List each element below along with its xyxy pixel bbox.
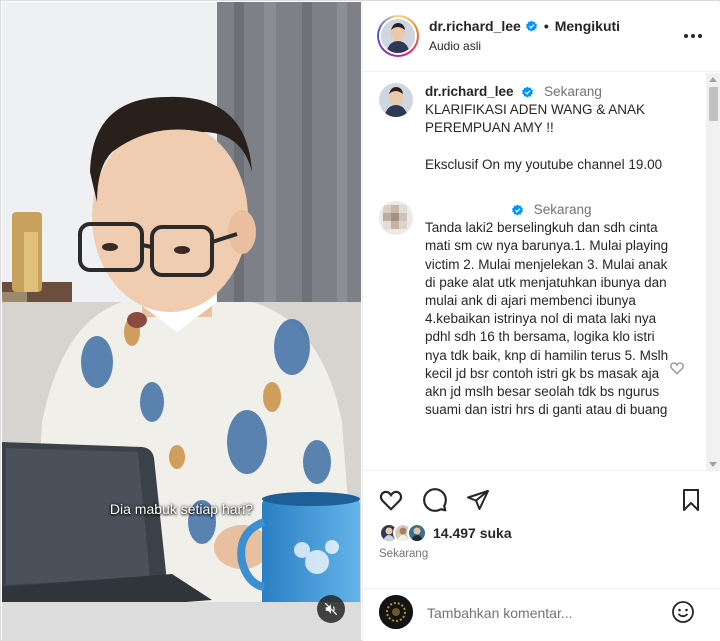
like-button[interactable]	[377, 486, 405, 514]
emoji-button[interactable]	[670, 599, 696, 625]
comments-scrollbar[interactable]	[706, 73, 720, 470]
following-button[interactable]: Mengikuti	[555, 18, 620, 34]
header-separator: •	[543, 18, 549, 34]
paper-plane-icon	[467, 490, 489, 510]
add-comment-bar	[363, 588, 720, 641]
current-user-avatar[interactable]	[379, 595, 413, 629]
comment-like-heart-icon[interactable]	[669, 360, 685, 376]
speaker-muted-icon	[324, 602, 338, 616]
caption-username[interactable]: dr.richard_lee	[425, 84, 514, 99]
video-frame	[2, 2, 361, 641]
scroll-down-arrow-icon[interactable]	[709, 462, 717, 467]
share-button[interactable]	[464, 486, 492, 514]
post-side-panel: dr.richard_lee • Mengikuti Audio asli dr…	[362, 2, 720, 641]
scroll-thumb[interactable]	[709, 87, 718, 121]
video-player[interactable]: Dia mabuk setiap hari?	[2, 2, 361, 641]
more-options-button[interactable]	[681, 24, 705, 48]
commenter-avatar-blurred[interactable]	[379, 201, 413, 235]
caption-avatar-image	[379, 83, 413, 117]
comment-body: Sekarang Tanda laki2 berselingkuh dan sd…	[425, 201, 677, 419]
post-dialog: Dia mabuk setiap hari? dr.richard_lee • …	[0, 0, 720, 641]
header-username[interactable]: dr.richard_lee	[429, 18, 521, 34]
caption-text: KLARIFIKASI ADEN WANG & ANAK PEREMPUAN A…	[425, 102, 663, 172]
caption-time: Sekarang	[544, 84, 602, 99]
emoji-smile-icon	[672, 601, 694, 623]
likes-row: 14.497 suka	[379, 521, 512, 545]
video-subtitle: Dia mabuk setiap hari?	[2, 501, 361, 519]
mute-button[interactable]	[317, 595, 345, 623]
post-timestamp: Sekarang	[379, 548, 429, 560]
comment-text: Tanda laki2 berselingkuh dan sdh cinta m…	[425, 220, 669, 418]
add-comment-input[interactable]	[427, 602, 657, 624]
comment-time: Sekarang	[533, 202, 592, 217]
header-user-line: dr.richard_lee • Mengikuti	[429, 18, 620, 34]
caption-body: dr.richard_lee Sekarang KLARIFIKASI ADEN…	[425, 83, 677, 174]
author-avatar[interactable]	[377, 15, 419, 57]
comment-bubble-icon	[423, 488, 447, 512]
verified-badge-icon	[522, 86, 534, 98]
liker-avatar[interactable]	[407, 523, 427, 543]
bookmark-icon	[683, 489, 699, 511]
verified-badge-icon	[525, 20, 537, 32]
comment-button[interactable]	[421, 486, 449, 514]
likes-count[interactable]: 14.497 suka	[433, 525, 512, 541]
more-horizontal-icon	[684, 34, 702, 38]
post-header: dr.richard_lee • Mengikuti Audio asli	[363, 2, 720, 72]
caption-avatar[interactable]	[379, 83, 413, 117]
scroll-up-arrow-icon[interactable]	[709, 77, 717, 82]
current-user-avatar-image	[379, 595, 413, 629]
subtitle-text: Dia mabuk setiap hari?	[109, 501, 254, 517]
heart-icon	[379, 490, 403, 511]
verified-badge-icon	[512, 204, 523, 216]
save-button[interactable]	[677, 486, 705, 514]
post-actions: 14.497 suka Sekarang	[363, 472, 720, 598]
commenter-avatar-image	[379, 201, 413, 235]
original-audio-link[interactable]: Audio asli	[429, 39, 481, 53]
comments-list[interactable]: dr.richard_lee Sekarang KLARIFIKASI ADEN…	[363, 73, 720, 471]
author-avatar-image	[381, 19, 415, 53]
